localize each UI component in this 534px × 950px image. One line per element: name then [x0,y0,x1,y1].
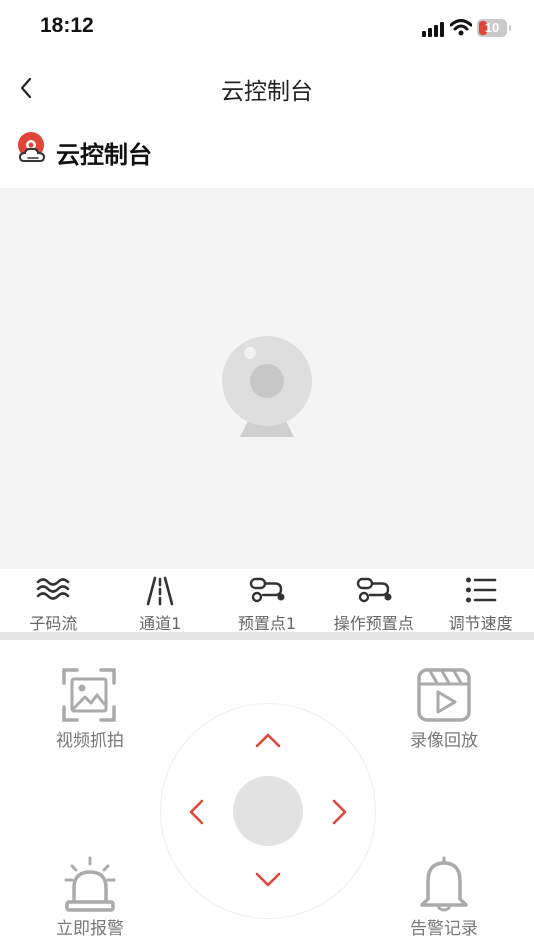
road-icon [146,576,174,606]
playback-label: 录像回放 [410,731,478,751]
camera-placeholder-icon [222,336,312,437]
alarm-button[interactable]: 立即报警 [40,854,140,939]
ptz-center-button[interactable] [233,776,303,846]
video-playback-icon [417,668,471,722]
snapshot-button[interactable]: 视频抓拍 [40,664,140,751]
toolbar-label: 通道1 [139,614,182,633]
status-time: 18:12 [40,14,94,37]
playback-button[interactable]: 录像回放 [394,664,494,751]
divider [0,632,534,640]
siren-icon [64,856,116,912]
toolbar-substream[interactable]: 子码流 [0,570,107,633]
control-toolbar: 子码流 通道1 预置点1 操作预置点 调节速度 [0,570,534,633]
wave-icon [37,578,70,600]
up-arrow-icon[interactable] [253,730,283,750]
bell-icon [420,856,468,912]
alarm-log-button[interactable]: 告警记录 [394,854,494,939]
cloud-console-icon [18,132,46,162]
right-arrow-icon[interactable] [330,797,350,827]
signal-icon [422,22,444,37]
toolbar-label: 操作预置点 [333,614,414,633]
down-arrow-icon[interactable] [253,870,283,890]
alarm-label: 立即报警 [56,919,124,939]
image-capture-icon [62,668,116,722]
toolbar-preset-operate[interactable]: 操作预置点 [320,570,427,633]
toolbar-speed[interactable]: 调节速度 [427,570,534,633]
wifi-icon [450,19,472,36]
toolbar-label: 子码流 [29,614,78,633]
section-title: 云控制台 [56,141,152,169]
alarm-log-label: 告警记录 [410,919,478,939]
toolbar-label: 调节速度 [448,614,513,633]
preset-operate-icon [356,577,392,603]
list-icon [465,577,496,603]
snapshot-label: 视频抓拍 [56,731,124,751]
battery-icon: 10 [477,19,511,37]
toolbar-channel[interactable]: 通道1 [107,570,214,633]
battery-level: 10 [484,20,500,35]
preset-icon [249,577,285,603]
toolbar-preset[interactable]: 预置点1 [214,570,321,633]
left-arrow-icon[interactable] [186,797,206,827]
toolbar-label: 预置点1 [237,614,297,633]
page-title: 云控制台 [221,79,313,105]
